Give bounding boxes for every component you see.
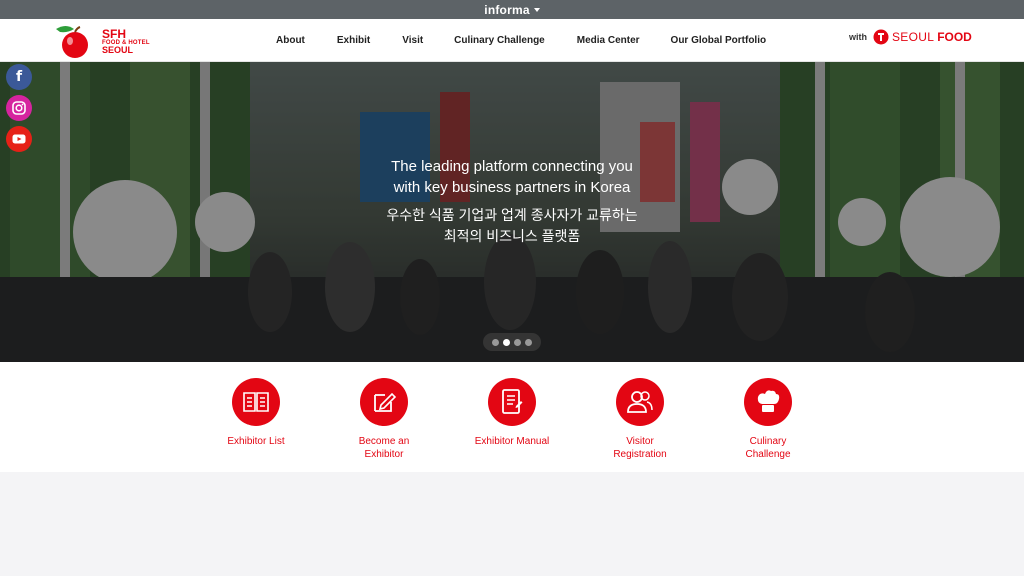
logo-line-sfh: SFH: [102, 26, 126, 41]
quick-link-exhibitor-manual[interactable]: Exhibitor Manual: [457, 378, 567, 448]
primary-nav: About Exhibit Visit Culinary Challenge M…: [276, 19, 766, 62]
site-logo[interactable]: SFH FOOD & HOTEL SEOUL: [52, 22, 152, 60]
culinary-challenge-circle: [744, 378, 792, 426]
quick-link-label-2: Challenge: [745, 449, 791, 460]
carousel-dot-4[interactable]: [525, 338, 532, 346]
quick-links-section: Exhibitor List Become an Exhibitor Exhib…: [0, 362, 1024, 472]
nav-item-media-center[interactable]: Media Center: [577, 35, 640, 46]
quick-link-label: Become an: [358, 436, 410, 447]
hero-line-ko-2: 최적의 비즈니스 플랫폼: [443, 228, 581, 244]
edit-icon: [374, 392, 397, 412]
book-icon: [243, 392, 269, 412]
apple-logo-icon: [56, 26, 88, 58]
hero-line-en-1: The leading platform connecting you: [391, 158, 633, 175]
logo-line-seoul: SEOUL: [102, 44, 134, 55]
informa-bar: informa: [0, 0, 1024, 19]
carousel-dot-2[interactable]: [503, 338, 510, 346]
nav-item-visit[interactable]: Visit: [402, 35, 423, 46]
instagram-icon: [12, 101, 26, 115]
document-icon: [502, 389, 523, 414]
informa-label: informa: [484, 2, 530, 17]
nav-item-culinary-challenge[interactable]: Culinary Challenge: [454, 35, 545, 46]
seoul-food-partner[interactable]: with SEOUL FOOD: [849, 29, 972, 45]
quick-link-visitor-registration[interactable]: Visitor Registration: [585, 378, 695, 461]
quick-link-label-2: Exhibitor: [364, 449, 404, 460]
instagram-link[interactable]: [6, 95, 32, 121]
users-icon: [627, 391, 653, 413]
quick-link-label: Visitor: [626, 436, 654, 447]
become-exhibitor-circle: [360, 378, 408, 426]
carousel-dot-3[interactable]: [514, 338, 521, 346]
hero-headline: The leading platform connecting you with…: [312, 156, 712, 247]
facebook-icon: f: [15, 69, 23, 85]
quick-link-label: Culinary: [749, 436, 787, 447]
carousel-dot-1[interactable]: [492, 338, 499, 346]
quick-link-exhibitor-list[interactable]: Exhibitor List: [201, 378, 311, 448]
nav-item-global-portfolio[interactable]: Our Global Portfolio: [671, 35, 767, 46]
youtube-link[interactable]: [6, 126, 32, 152]
hero-line-ko-1: 우수한 식품 기업과 업계 종사자가 교류하는: [386, 207, 638, 223]
quick-link-culinary-challenge[interactable]: Culinary Challenge: [713, 378, 823, 461]
informa-menu[interactable]: informa: [484, 2, 540, 17]
partner-with-label: with: [849, 32, 867, 42]
quick-link-label: Exhibitor List: [227, 436, 285, 447]
chef-hat-icon: [757, 390, 780, 412]
facebook-link[interactable]: f: [6, 64, 32, 90]
hero-line-en-2: with key business partners in Korea: [393, 179, 631, 196]
visitor-registration-circle: [616, 378, 664, 426]
youtube-icon: [12, 134, 26, 144]
carousel-dots: [483, 333, 541, 351]
quick-link-label: Exhibitor Manual: [474, 436, 550, 447]
partner-seoul: SEOUL: [892, 30, 935, 44]
hero-banner: The leading platform connecting you with…: [0, 62, 1024, 362]
nav-item-exhibit[interactable]: Exhibit: [337, 35, 370, 46]
quick-link-become-exhibitor[interactable]: Become an Exhibitor: [329, 378, 439, 461]
exhibitor-manual-circle: [488, 378, 536, 426]
partner-food: FOOD: [937, 30, 972, 44]
seoul-food-emblem-icon: [873, 29, 889, 45]
exhibitor-list-circle: [232, 378, 280, 426]
caret-down-icon: [533, 7, 540, 12]
main-navbar: SFH FOOD & HOTEL SEOUL About Exhibit Vis…: [0, 19, 1024, 62]
quick-link-label-2: Registration: [613, 449, 667, 460]
nav-item-about[interactable]: About: [276, 35, 305, 46]
